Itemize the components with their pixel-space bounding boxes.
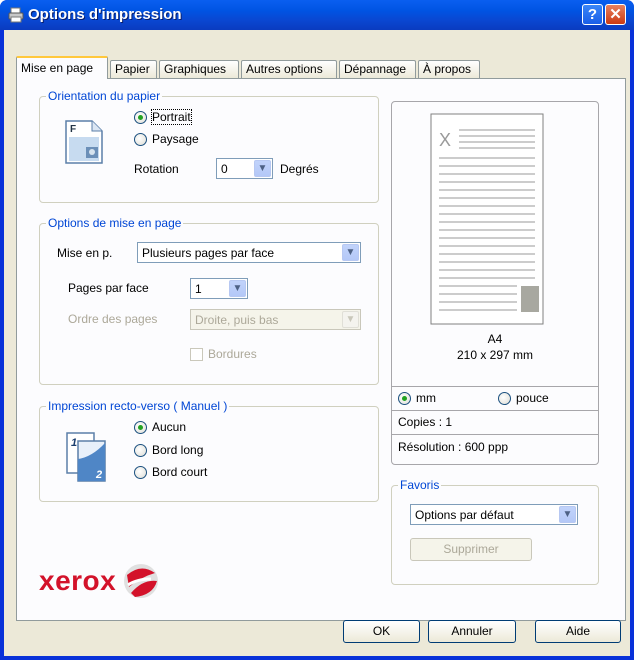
ok-button[interactable]: OK <box>343 620 420 643</box>
mise-en-p-label: Mise en p. <box>57 246 113 260</box>
chevron-down-icon: ▼ <box>342 244 359 261</box>
tab-graphiques[interactable]: Graphiques <box>159 60 239 78</box>
unit-pouce-label[interactable]: pouce <box>516 391 549 405</box>
bordures-checkbox <box>190 348 203 361</box>
unit-mm-label[interactable]: mm <box>416 391 436 405</box>
favoris-select[interactable]: Options par défaut ▼ <box>410 504 578 525</box>
bordures-label: Bordures <box>208 347 257 361</box>
rotation-value: 0 <box>221 162 228 176</box>
chevron-down-icon: ▼ <box>254 160 271 177</box>
ordre-label: Ordre des pages <box>68 312 158 326</box>
dialog-client: Mise en page Papier Graphiques Autres op… <box>4 30 630 656</box>
svg-text:2: 2 <box>95 469 102 481</box>
svg-text:F: F <box>70 124 76 135</box>
rotation-unit: Degrés <box>280 162 319 176</box>
xerox-logo: xerox <box>39 559 159 603</box>
tab-autres-options[interactable]: Autres options <box>241 60 337 78</box>
radio-aucun[interactable] <box>134 421 147 434</box>
pages-par-face-label: Pages par face <box>68 281 149 295</box>
mise-en-p-select[interactable]: Plusieurs pages par face ▼ <box>137 242 361 263</box>
tab-papier[interactable]: Papier <box>110 60 157 78</box>
copies-text: Copies : 1 <box>398 415 453 429</box>
radio-bord-long[interactable] <box>134 444 147 457</box>
paper-size: 210 x 297 mm <box>456 348 534 362</box>
rotation-label: Rotation <box>134 162 179 176</box>
radio-portrait[interactable] <box>134 111 147 124</box>
divider <box>392 434 598 435</box>
preview-panel: X A4 210 x 297 mm mm pouce Copies: 1 Ré… <box>391 101 599 465</box>
close-button[interactable]: ✕ <box>605 4 626 25</box>
rotation-select[interactable]: 0 ▼ <box>216 158 273 179</box>
radio-unit-pouce[interactable] <box>498 392 511 405</box>
resolution-text: Résolution : 600 ppp <box>398 440 509 454</box>
ordre-select: Droite, puis bas ▼ <box>190 309 361 330</box>
xerox-sphere-icon <box>124 564 158 598</box>
dialog-window: Options d'impression ? ✕ Mise en page Pa… <box>0 0 634 660</box>
radio-unit-mm[interactable] <box>398 392 411 405</box>
orientation-group: Orientation du papier F Portrait Paysage… <box>39 89 379 203</box>
aucun-label[interactable]: Aucun <box>152 420 186 434</box>
tab-panel: Orientation du papier F Portrait Paysage… <box>16 78 626 621</box>
printer-icon <box>8 7 24 23</box>
radio-paysage[interactable] <box>134 133 147 146</box>
divider <box>392 386 598 387</box>
supprimer-button[interactable]: Supprimer <box>410 538 532 561</box>
favoris-group: Favoris Options par défaut ▼ Supprimer <box>391 478 599 585</box>
bord-court-label[interactable]: Bord court <box>152 465 207 479</box>
tab-a-propos[interactable]: À propos <box>418 60 480 78</box>
pages-par-face-value: 1 <box>195 282 202 296</box>
tab-mise-en-page[interactable]: Mise en page <box>16 56 108 79</box>
page-preview-icon: X <box>430 113 544 325</box>
page-preview-area: X A4 210 x 297 mm <box>392 102 598 370</box>
chevron-down-icon: ▼ <box>342 311 359 328</box>
annuler-button[interactable]: Annuler <box>428 620 516 643</box>
paper-name: A4 <box>487 332 503 346</box>
aide-button[interactable]: Aide <box>535 620 621 643</box>
window-title: Options d'impression <box>28 6 182 23</box>
pages-par-face-select[interactable]: 1 ▼ <box>190 278 248 299</box>
favoris-legend: Favoris <box>398 478 442 492</box>
ordre-value: Droite, puis bas <box>195 313 279 327</box>
layout-legend: Options de mise en page <box>46 216 184 230</box>
tab-depannage[interactable]: Dépannage <box>339 60 416 78</box>
portrait-label[interactable]: Portrait <box>151 109 192 125</box>
xerox-wordmark: xerox <box>39 565 117 596</box>
duplex-group: Impression recto-verso ( Manuel ) 1 2 Au… <box>39 399 379 502</box>
duplex-pages-icon: 1 2 <box>66 432 106 482</box>
chevron-down-icon: ▼ <box>229 280 246 297</box>
mise-en-p-value: Plusieurs pages par face <box>142 246 275 260</box>
bord-long-label[interactable]: Bord long <box>152 443 203 457</box>
duplex-legend: Impression recto-verso ( Manuel ) <box>46 399 230 413</box>
help-title-button[interactable]: ? <box>582 4 603 25</box>
svg-text:1: 1 <box>71 437 77 449</box>
layout-options-group: Options de mise en page Mise en p. Plusi… <box>39 216 379 385</box>
paysage-label[interactable]: Paysage <box>152 132 199 146</box>
radio-bord-court[interactable] <box>134 466 147 479</box>
favoris-value: Options par défaut <box>415 508 514 522</box>
orientation-legend: Orientation du papier <box>46 89 163 103</box>
title-bar[interactable]: Options d'impression ? ✕ <box>0 0 634 30</box>
portrait-page-icon: F <box>65 120 103 164</box>
chevron-down-icon: ▼ <box>559 506 576 523</box>
divider <box>392 410 598 411</box>
svg-text:X: X <box>439 130 451 150</box>
